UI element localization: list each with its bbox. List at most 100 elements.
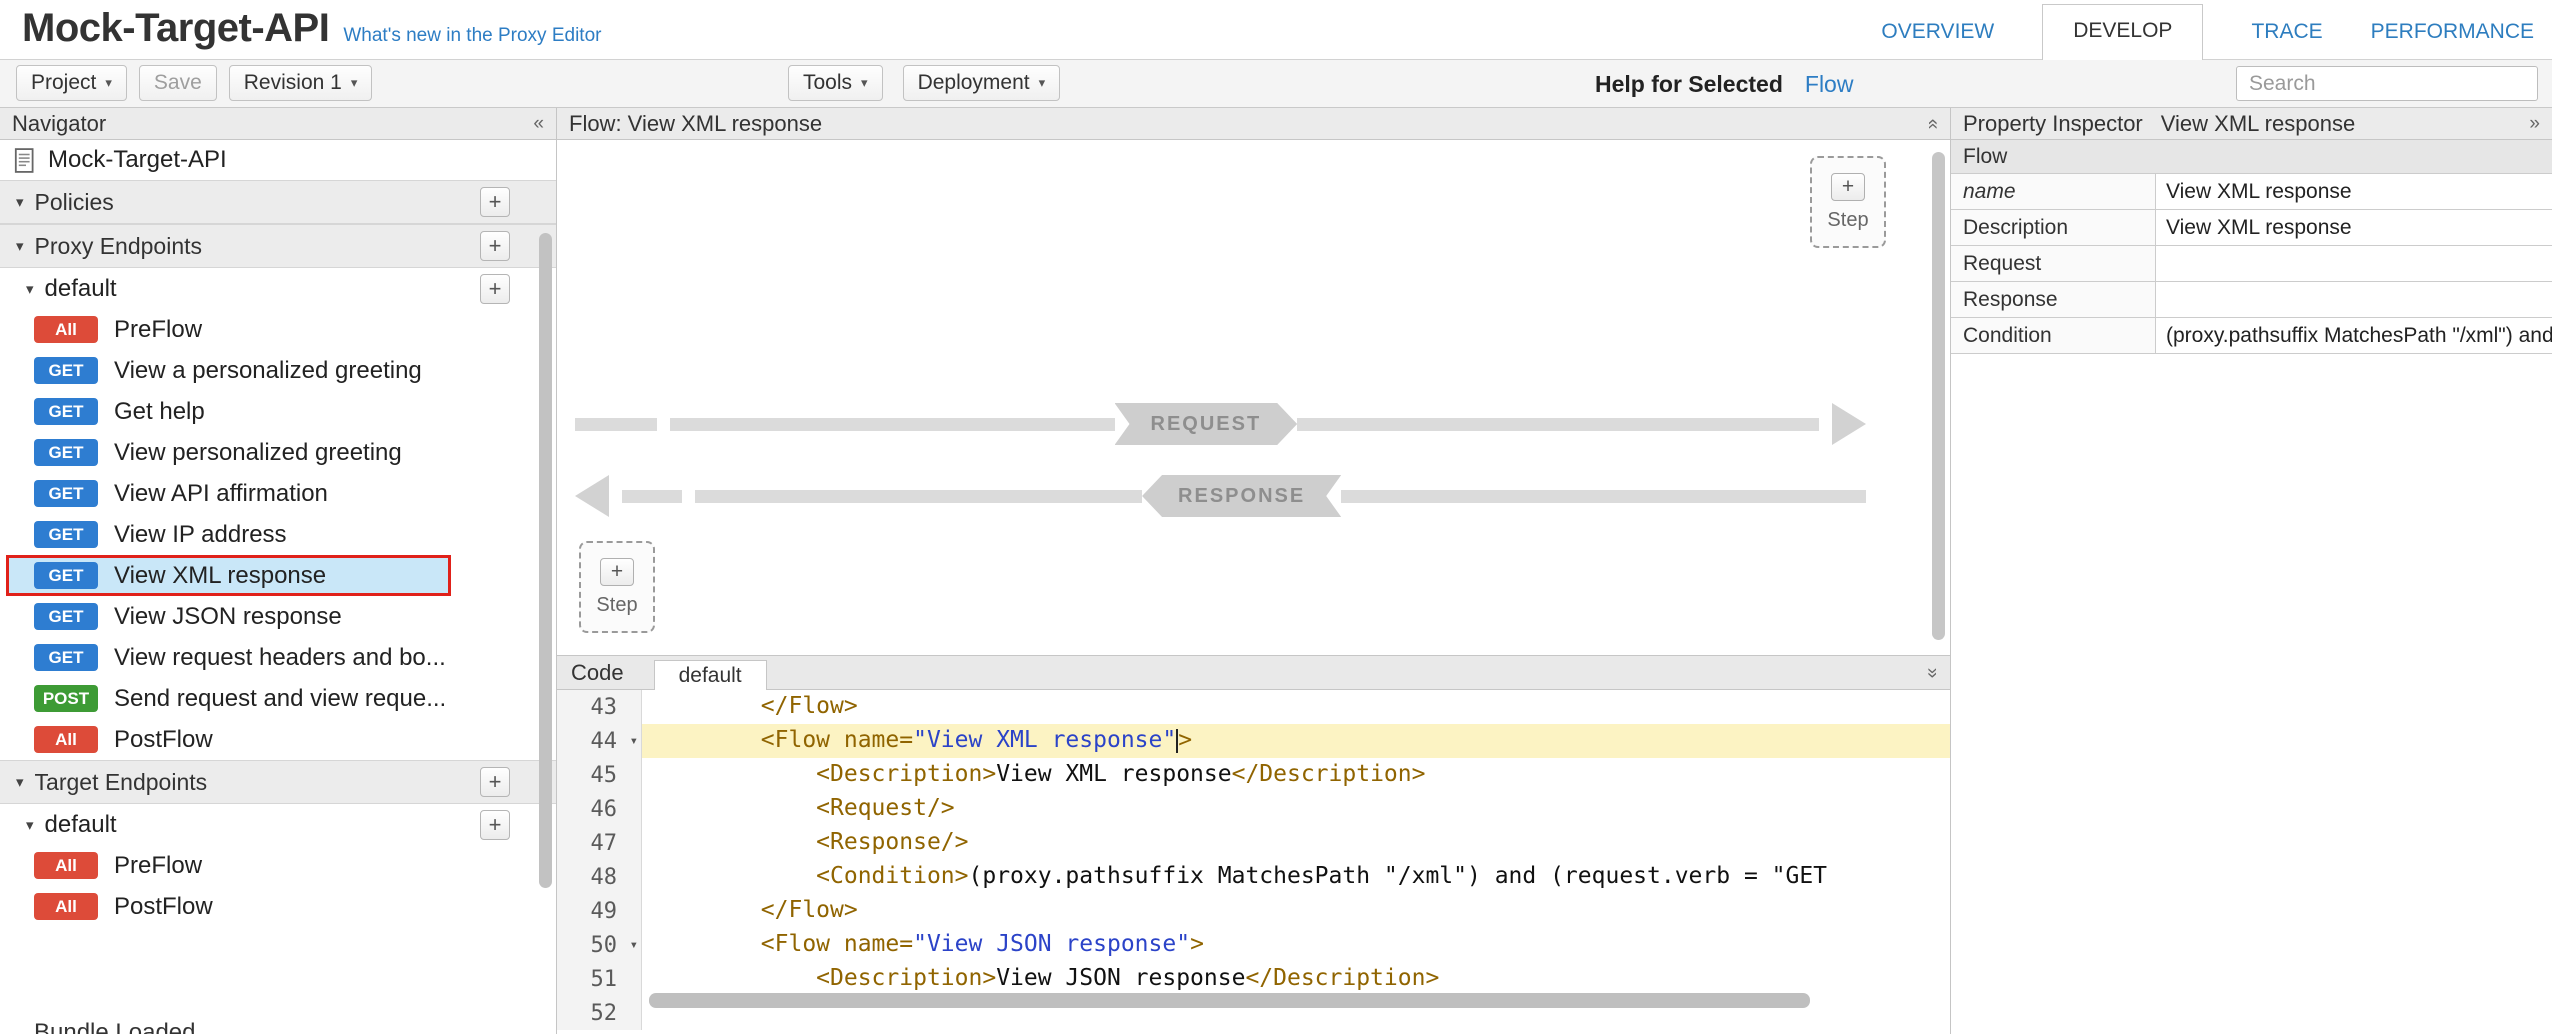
flow-item-send-request-and-view-reque[interactable]: POSTSend request and view reque... xyxy=(0,678,556,719)
code-line-44[interactable]: 44▾ <Flow name="View XML response"> xyxy=(557,724,1950,758)
request-label: REQUEST xyxy=(1115,403,1298,445)
nav-label: Target Endpoints xyxy=(35,769,208,796)
code-line-50[interactable]: 50▾ <Flow name="View JSON response"> xyxy=(557,928,1950,962)
collapse-flow-panel-icon[interactable]: « xyxy=(1922,118,1944,129)
code-text[interactable]: </Flow> xyxy=(642,690,1950,724)
code-tab-default[interactable]: default xyxy=(654,660,767,690)
property-row-request: Request xyxy=(1951,246,2552,282)
code-panel-header: Code default « xyxy=(557,655,1950,690)
response-label: RESPONSE xyxy=(1142,475,1341,517)
flow-item-preflow[interactable]: AllPreFlow xyxy=(0,309,556,350)
navigator-root-mock-target-api[interactable]: Mock-Target-API xyxy=(0,140,556,180)
expand-inspector-icon[interactable]: » xyxy=(2529,113,2540,135)
save-button[interactable]: Save xyxy=(139,65,217,101)
request-flow-track: REQUEST xyxy=(575,402,1866,446)
code-line-49[interactable]: 49 </Flow> xyxy=(557,894,1950,928)
code-text[interactable]: <Flow name="View XML response"> xyxy=(642,724,1950,758)
property-value-request[interactable] xyxy=(2156,246,2552,281)
code-text[interactable]: <Response/> xyxy=(642,826,1950,860)
code-line-46[interactable]: 46 <Request/> xyxy=(557,792,1950,826)
flow-item-postflow[interactable]: AllPostFlow xyxy=(0,719,556,760)
disclosure-triangle-icon[interactable]: ▾ xyxy=(16,773,24,791)
code-horizontal-scrollbar[interactable] xyxy=(649,993,1810,1008)
nav-subsection-default[interactable]: ▾default+ xyxy=(0,268,556,309)
tab-trace[interactable]: TRACE xyxy=(2251,6,2322,60)
nav-subsection-default[interactable]: ▾default+ xyxy=(0,804,556,845)
gutter-line-52[interactable]: 52 xyxy=(557,996,642,1030)
tab-develop[interactable]: DEVELOP xyxy=(2042,4,2203,60)
property-value-description[interactable]: View XML response xyxy=(2156,210,2552,245)
code-editor[interactable]: 43 </Flow>44▾ <Flow name="View XML respo… xyxy=(557,690,1950,1034)
code-text[interactable]: <Description>View JSON response</Descrip… xyxy=(642,962,1950,996)
code-line-51[interactable]: 51 <Description>View JSON response</Desc… xyxy=(557,962,1950,996)
flow-item-view-ip-address[interactable]: GETView IP address xyxy=(0,514,556,555)
code-line-47[interactable]: 47 <Response/> xyxy=(557,826,1950,860)
code-line-45[interactable]: 45 <Description>View XML response</Descr… xyxy=(557,758,1950,792)
property-value-response[interactable] xyxy=(2156,282,2552,317)
deployment-button[interactable]: Deployment ▾ xyxy=(903,65,1061,101)
gutter-line-50[interactable]: 50▾ xyxy=(557,928,642,962)
flow-item-label: View personalized greeting xyxy=(114,439,402,467)
code-text[interactable]: <Condition>(proxy.pathsuffix MatchesPath… xyxy=(642,860,1950,894)
disclosure-triangle-icon[interactable]: ▾ xyxy=(16,237,24,255)
nav-section-policies[interactable]: ▾Policies+ xyxy=(0,180,556,224)
disclosure-triangle-icon[interactable]: ▾ xyxy=(26,280,34,298)
gutter-line-43[interactable]: 43 xyxy=(557,690,642,724)
collapse-code-panel-icon[interactable]: « xyxy=(1922,667,1944,678)
flow-item-label: View JSON response xyxy=(114,603,342,631)
flow-item-get-help[interactable]: GETGet help xyxy=(0,391,556,432)
tools-button[interactable]: Tools ▾ xyxy=(788,65,883,101)
flow-item-view-personalized-greeting[interactable]: GETView personalized greeting xyxy=(0,432,556,473)
gutter-line-47[interactable]: 47 xyxy=(557,826,642,860)
flow-item-view-api-affirmation[interactable]: GETView API affirmation xyxy=(0,473,556,514)
help-flow-link[interactable]: Flow xyxy=(1805,71,1854,98)
code-text[interactable]: <Description>View XML response</Descript… xyxy=(642,758,1950,792)
tab-overview[interactable]: OVERVIEW xyxy=(1881,6,1994,60)
property-label-name: name xyxy=(1951,174,2156,209)
fold-caret-icon[interactable]: ▾ xyxy=(630,733,638,749)
add-step-button-top[interactable]: + Step xyxy=(1810,156,1886,248)
collapse-navigator-icon[interactable]: « xyxy=(533,113,544,135)
tab-performance[interactable]: PERFORMANCE xyxy=(2371,6,2534,60)
flow-canvas-scrollbar[interactable] xyxy=(1932,152,1945,640)
code-line-48[interactable]: 48 <Condition>(proxy.pathsuffix MatchesP… xyxy=(557,860,1950,894)
property-value-condition[interactable]: (proxy.pathsuffix MatchesPath "/xml") an… xyxy=(2156,318,2552,353)
flow-item-view-json-response[interactable]: GETView JSON response xyxy=(0,596,556,637)
code-text[interactable]: <Request/> xyxy=(642,792,1950,826)
disclosure-triangle-icon[interactable]: ▾ xyxy=(26,816,34,834)
verb-badge-get: GET xyxy=(34,644,98,671)
add-policies-button[interactable]: + xyxy=(480,187,510,217)
gutter-line-45[interactable]: 45 xyxy=(557,758,642,792)
navigator-scrollbar[interactable] xyxy=(539,233,552,888)
add-proxy-endpoints-button[interactable]: + xyxy=(480,231,510,261)
flow-item-view-xml-response[interactable]: GETView XML response xyxy=(6,555,451,596)
code-text[interactable]: </Flow> xyxy=(642,894,1950,928)
gutter-line-48[interactable]: 48 xyxy=(557,860,642,894)
gutter-line-49[interactable]: 49 xyxy=(557,894,642,928)
property-row-condition: Condition(proxy.pathsuffix MatchesPath "… xyxy=(1951,318,2552,354)
code-text[interactable]: <Flow name="View JSON response"> xyxy=(642,928,1950,962)
add-default-button[interactable]: + xyxy=(480,274,510,304)
search-input[interactable] xyxy=(2236,66,2538,101)
add-target-endpoints-button[interactable]: + xyxy=(480,767,510,797)
project-button[interactable]: Project ▾ xyxy=(16,65,127,101)
request-arrow-icon xyxy=(1832,403,1866,445)
navigator-panel: Navigator « Mock-Target-API▾Policies+▾Pr… xyxy=(0,108,557,1034)
add-default-button[interactable]: + xyxy=(480,810,510,840)
flow-item-preflow[interactable]: AllPreFlow xyxy=(0,845,556,886)
gutter-line-44[interactable]: 44▾ xyxy=(557,724,642,758)
flow-item-view-a-personalized-greeting[interactable]: GETView a personalized greeting xyxy=(0,350,556,391)
fold-caret-icon[interactable]: ▾ xyxy=(630,937,638,953)
nav-section-proxy-endpoints[interactable]: ▾Proxy Endpoints+ xyxy=(0,224,556,268)
nav-section-target-endpoints[interactable]: ▾ Target Endpoints + xyxy=(0,760,556,804)
code-line-43[interactable]: 43 </Flow> xyxy=(557,690,1950,724)
whats-new-link[interactable]: What's new in the Proxy Editor xyxy=(343,25,601,47)
flow-item-postflow[interactable]: AllPostFlow xyxy=(0,886,556,927)
property-value-name[interactable]: View XML response xyxy=(2156,174,2552,209)
add-step-button-bottom[interactable]: + Step xyxy=(579,541,655,633)
flow-item-view-request-headers-and-bo[interactable]: GETView request headers and bo... xyxy=(0,637,556,678)
gutter-line-51[interactable]: 51 xyxy=(557,962,642,996)
gutter-line-46[interactable]: 46 xyxy=(557,792,642,826)
disclosure-triangle-icon[interactable]: ▾ xyxy=(16,193,24,211)
revision-button[interactable]: Revision 1 ▾ xyxy=(229,65,373,101)
